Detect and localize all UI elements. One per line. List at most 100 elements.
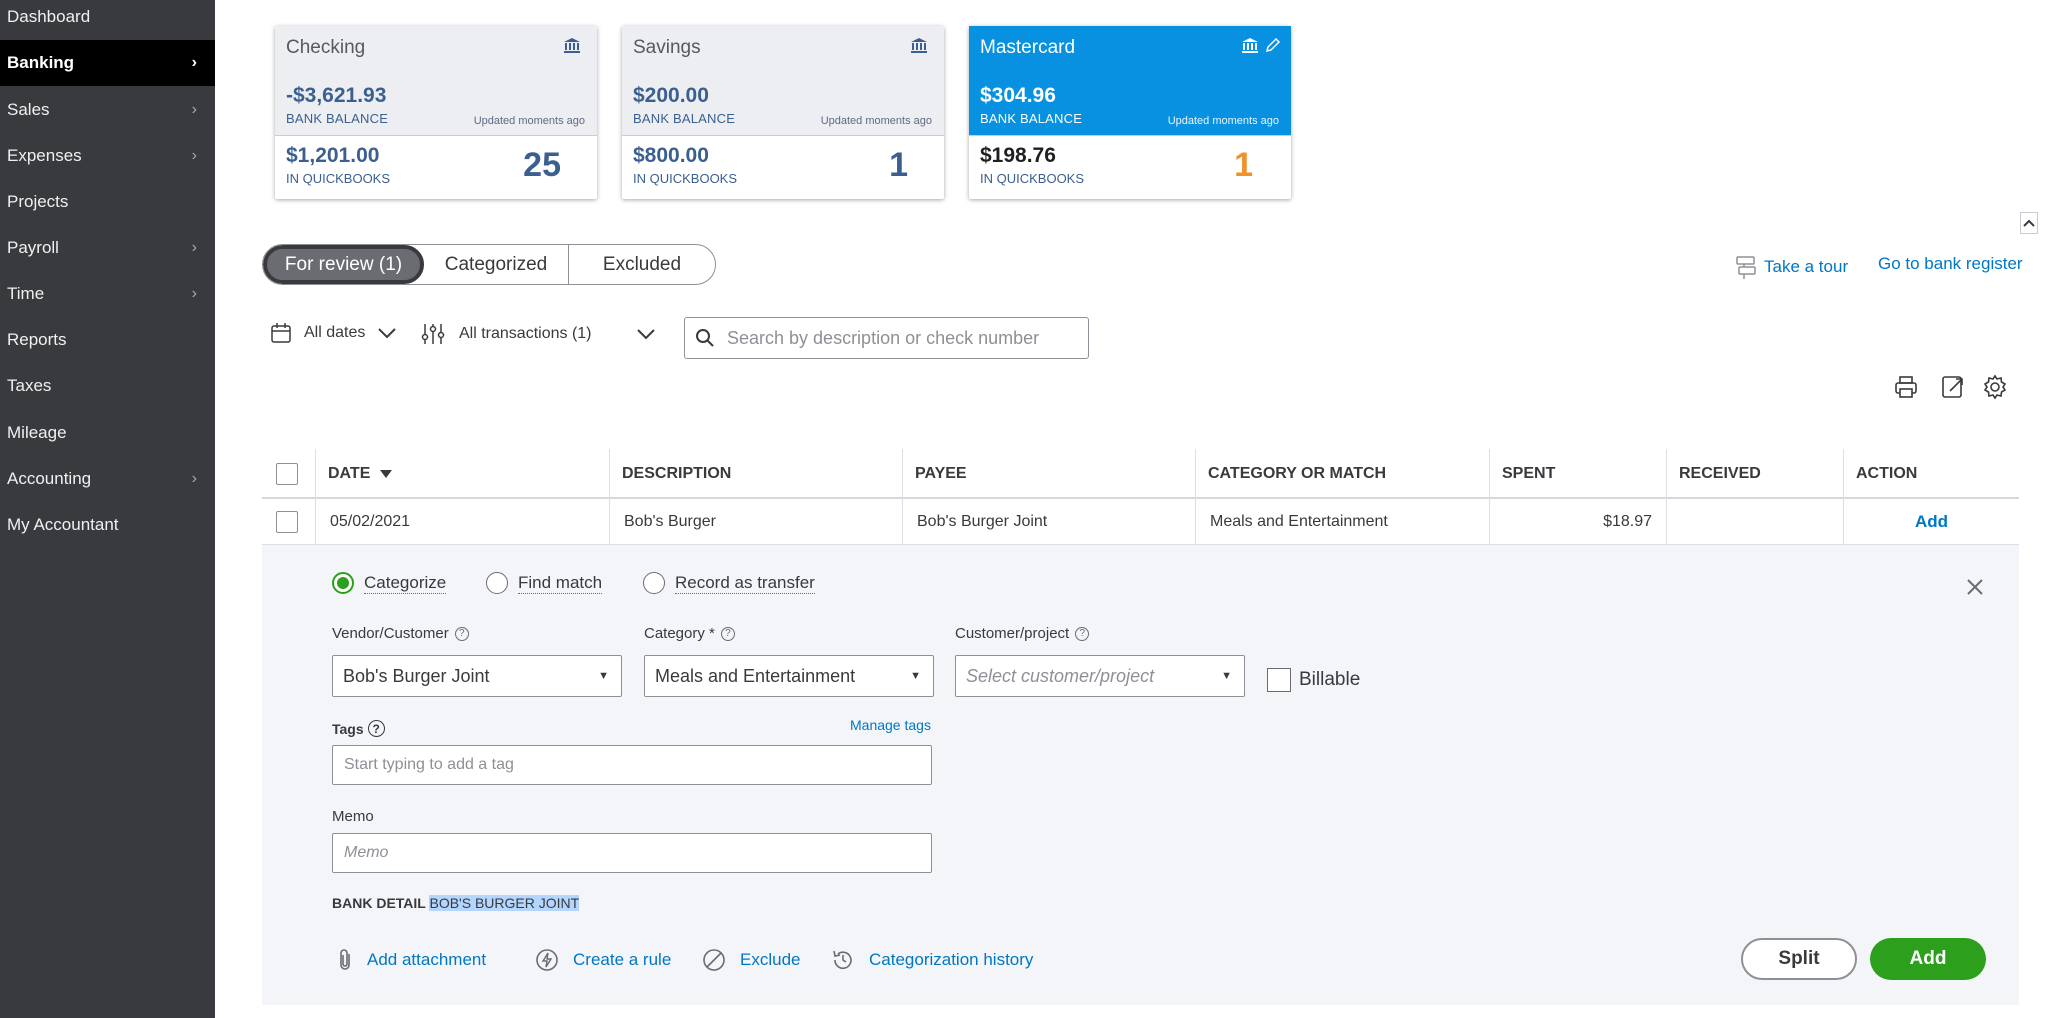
exclude-label: Exclude: [740, 950, 801, 969]
gear-icon[interactable]: [1982, 374, 2008, 400]
category-label: Category *?: [644, 625, 735, 642]
add-button[interactable]: Add: [1870, 938, 1986, 980]
tags-label: Tags?: [332, 720, 385, 737]
memo-input[interactable]: Memo: [332, 833, 932, 873]
collapse-cards-button[interactable]: [2020, 212, 2038, 234]
account-card-checking[interactable]: Checking -$3,621.93 BANK BALANCE Updated…: [275, 26, 597, 199]
updated-text: Updated moments ago: [1167, 115, 1279, 127]
exclude-link[interactable]: Exclude: [702, 948, 800, 972]
quickbooks-label: IN QUICKBOOKS: [633, 171, 738, 186]
take-tour-link[interactable]: Take a tour: [1734, 254, 1848, 280]
quickbooks-label: IN QUICKBOOKS: [286, 171, 391, 186]
bank-icon: [1242, 38, 1258, 53]
split-button[interactable]: Split: [1741, 938, 1857, 980]
tags-input[interactable]: Start typing to add a tag: [332, 745, 932, 785]
bank-balance-label: BANK BALANCE: [980, 111, 1083, 126]
bank-register-link[interactable]: Go to bank register: [1878, 254, 2023, 274]
vendor-label: Vendor/Customer?: [332, 625, 469, 642]
vendor-select[interactable]: Bob's Burger Joint ▼: [332, 655, 622, 697]
radio-find-match[interactable]: Find match: [486, 572, 603, 594]
radio-categorize[interactable]: Categorize: [332, 572, 447, 594]
lightning-icon: [536, 949, 558, 971]
cell-spent: $18.97: [1489, 499, 1666, 545]
manage-tags-link[interactable]: Manage tags: [850, 717, 931, 733]
export-icon[interactable]: [1940, 374, 1966, 400]
help-icon: ?: [367, 720, 385, 737]
sidebar-item-accounting[interactable]: Accounting ›: [0, 456, 215, 502]
search-input[interactable]: Search by description or check number: [684, 317, 1089, 359]
sidebar-item-label: Mileage: [7, 423, 67, 442]
sidebar-item-my-accountant[interactable]: My Accountant: [0, 502, 215, 548]
sidebar-item-label: Payroll: [7, 238, 59, 257]
column-spent[interactable]: SPENT: [1489, 449, 1666, 499]
column-date[interactable]: DATE: [315, 449, 607, 499]
sidebar-item-label: Projects: [7, 192, 69, 211]
review-count: 1: [889, 146, 908, 184]
customer-placeholder: Select customer/project: [966, 665, 1155, 686]
close-icon[interactable]: [1966, 578, 1984, 596]
sidebar-item-projects[interactable]: Projects: [0, 179, 215, 225]
sidebar-item-sales[interactable]: Sales ›: [0, 87, 215, 133]
select-all-checkbox[interactable]: [276, 463, 298, 485]
sidebar-item-banking[interactable]: Banking ›: [0, 40, 215, 86]
sidebar-item-time[interactable]: Time ›: [0, 271, 215, 317]
block-icon: [703, 949, 725, 971]
table-row[interactable]: 05/02/2021 Bob's Burger Bob's Burger Joi…: [262, 499, 2019, 545]
search-icon: [696, 329, 714, 347]
categorization-history-link[interactable]: Categorization history: [831, 948, 1033, 972]
column-received[interactable]: RECEIVED: [1666, 449, 1843, 499]
category-select[interactable]: Meals and Entertainment ▼: [644, 655, 934, 697]
help-icon: ?: [1075, 626, 1090, 641]
chevron-right-icon: ›: [191, 147, 197, 164]
transaction-filter[interactable]: All transactions (1): [421, 322, 656, 346]
updated-text: Updated moments ago: [473, 115, 585, 127]
chevron-down-icon: [378, 328, 397, 339]
sidebar-item-label: Expenses: [7, 146, 82, 165]
customer-label-text: Customer/project: [955, 625, 1070, 642]
column-category[interactable]: CATEGORY OR MATCH: [1195, 449, 1489, 499]
add-attachment-link[interactable]: Add attachment: [337, 948, 486, 972]
radio-record-transfer[interactable]: Record as transfer: [643, 572, 815, 594]
cell-date: 05/02/2021: [315, 499, 609, 545]
sidebar-item-label: Dashboard: [7, 7, 91, 26]
tab-categorized[interactable]: Categorized: [424, 245, 569, 284]
billable-checkbox[interactable]: Billable: [1267, 668, 1360, 692]
chevron-down-icon: [636, 329, 655, 340]
caret-down-icon: ▼: [1221, 670, 1232, 682]
create-rule-link[interactable]: Create a rule: [535, 948, 671, 972]
sidebar-item-label: Accounting: [7, 469, 92, 488]
caret-down-icon: ▼: [598, 670, 609, 682]
sidebar-item-taxes[interactable]: Taxes: [0, 363, 215, 409]
sidebar: Dashboard Banking › Sales › Expenses › Proj…: [0, 0, 215, 1018]
sidebar-item-mileage[interactable]: Mileage: [0, 410, 215, 456]
row-checkbox[interactable]: [276, 511, 298, 533]
review-count: 25: [523, 146, 561, 184]
account-card-mastercard[interactable]: Mastercard $304.96 BANK BALANCE Updated …: [969, 26, 1291, 199]
date-filter[interactable]: All dates: [270, 322, 397, 344]
print-icon[interactable]: [1893, 374, 1919, 400]
signpost-icon: [1736, 256, 1756, 279]
filter-sliders-icon: [421, 324, 445, 344]
sidebar-item-payroll[interactable]: Payroll ›: [0, 225, 215, 271]
pencil-icon[interactable]: [1265, 37, 1281, 53]
bank-balance: $304.96: [980, 84, 1056, 107]
row-add-link[interactable]: Add: [1843, 499, 2019, 545]
column-payee[interactable]: PAYEE: [902, 449, 1195, 499]
account-name: Savings: [633, 37, 701, 58]
sidebar-item-label: Reports: [7, 330, 67, 349]
sidebar-item-reports[interactable]: Reports: [0, 317, 215, 363]
account-card-savings[interactable]: Savings $200.00 BANK BALANCE Updated mom…: [622, 26, 944, 199]
sidebar-item-label: Sales: [7, 100, 50, 119]
customer-select[interactable]: Select customer/project ▼: [955, 655, 1245, 697]
sidebar-item-expenses[interactable]: Expenses ›: [0, 133, 215, 179]
quickbooks-balance: $1,201.00: [286, 144, 380, 167]
history-icon: [833, 950, 852, 970]
sidebar-item-dashboard[interactable]: Dashboard: [0, 0, 215, 40]
column-description[interactable]: DESCRIPTION: [609, 449, 902, 499]
radio-dot: [332, 572, 354, 594]
transaction-detail-panel: Categorize Find match Record as transfer…: [262, 545, 2019, 1005]
memo-placeholder: Memo: [344, 844, 389, 861]
tab-for-review[interactable]: For review (1): [263, 245, 424, 284]
tab-excluded[interactable]: Excluded: [569, 245, 715, 284]
sidebar-item-label: Time: [7, 284, 45, 303]
